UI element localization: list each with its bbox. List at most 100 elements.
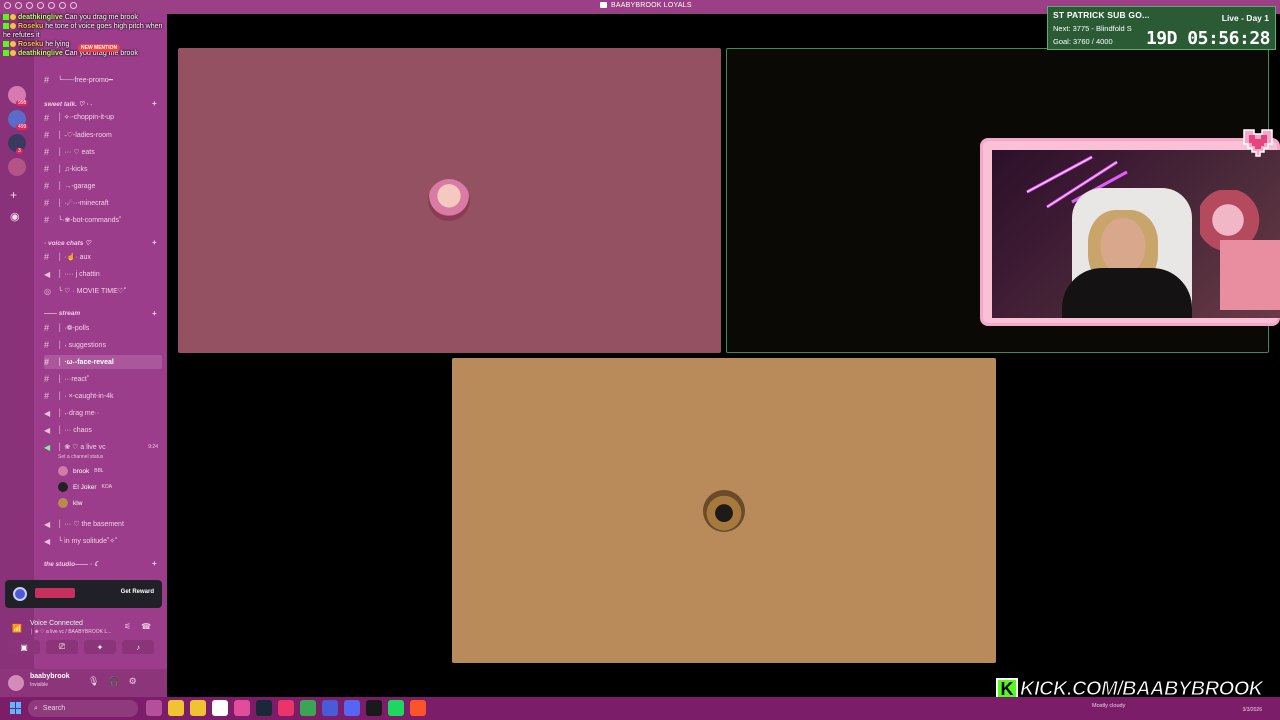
category-stream[interactable]: —— stream + bbox=[44, 309, 157, 318]
hash-icon: # bbox=[44, 181, 50, 191]
window-title: BAABYBROOK LOYALS bbox=[600, 2, 692, 9]
channel-live-vc[interactable]: ◀ │ ❀ ♡ a live vc 9:24 bbox=[44, 440, 162, 454]
channel-aux[interactable]: # │ ·☝· aux bbox=[44, 250, 162, 264]
activity-icon[interactable]: ✦ bbox=[84, 640, 116, 654]
channel-solitude[interactable]: ◀ ╰ in my solitude˚✧˚ bbox=[44, 534, 162, 548]
window-dot-icon[interactable] bbox=[59, 2, 66, 9]
channel-polls[interactable]: # │ ·❁-polls bbox=[44, 321, 162, 335]
tiktok-icon[interactable] bbox=[278, 700, 294, 716]
add-channel-icon[interactable]: + bbox=[152, 309, 157, 318]
window-dot-icon[interactable] bbox=[4, 2, 11, 9]
speaker-icon: ◀ bbox=[44, 442, 51, 452]
discord-icon[interactable] bbox=[344, 700, 360, 716]
voice-status[interactable]: Voice Connected bbox=[30, 620, 83, 627]
hash-icon: # bbox=[44, 113, 50, 123]
avatar[interactable] bbox=[8, 675, 24, 691]
category-studio[interactable]: the studio—— · ☾ + bbox=[44, 559, 157, 568]
camera-icon[interactable]: ▣ bbox=[8, 640, 40, 654]
speaker-icon: ◀ bbox=[44, 519, 51, 529]
file-explorer-icon[interactable] bbox=[168, 700, 184, 716]
channel-chattin[interactable]: ◀ │ ···· j chattin bbox=[44, 267, 162, 281]
vc-duration: 9:24 bbox=[148, 444, 158, 450]
app-icon[interactable] bbox=[234, 700, 250, 716]
unread-badge: 998 bbox=[16, 100, 29, 106]
settings-gear-icon[interactable]: ⚙ bbox=[129, 676, 137, 687]
steam-icon[interactable] bbox=[256, 700, 272, 716]
window-dot-icon[interactable] bbox=[26, 2, 33, 9]
noise-suppression-icon[interactable]: ⚟ bbox=[124, 622, 131, 631]
category-sweet-talk[interactable]: sweet talk. ♡ · ˖ + bbox=[44, 99, 157, 108]
category-voice-chats[interactable]: · voice chats ♡ + bbox=[44, 238, 157, 247]
disconnect-icon[interactable]: ☎ bbox=[141, 622, 151, 631]
mic-icon[interactable]: 🎙 bbox=[88, 676, 99, 687]
add-channel-icon[interactable]: + bbox=[152, 238, 157, 247]
new-mention-badge[interactable]: NEW MENTION bbox=[78, 44, 121, 52]
spotify-icon[interactable] bbox=[388, 700, 404, 716]
channel-free-promo[interactable]: # ╰──-free-promo━ bbox=[44, 73, 162, 87]
signal-icon[interactable]: 📶 bbox=[12, 624, 22, 633]
brave-icon[interactable] bbox=[410, 700, 426, 716]
get-reward-button[interactable]: Get Reward bbox=[121, 589, 154, 595]
taskbar-search[interactable]: ⌕ Search bbox=[28, 700, 138, 717]
window-dot-icon[interactable] bbox=[70, 2, 77, 9]
channel-kicks[interactable]: # │ ♫-kicks bbox=[44, 162, 162, 176]
chat-message: deathkinglive Can you drag me brook bbox=[3, 13, 223, 22]
channel-basement[interactable]: ◀ │ ··· ♡ the basement bbox=[44, 517, 162, 531]
explore-icon[interactable]: ◉ bbox=[10, 210, 20, 223]
channel-garage[interactable]: # │ →-garage bbox=[44, 179, 162, 193]
channel-caught-in-4k[interactable]: # │ · ×-caught-in-4k bbox=[44, 389, 162, 403]
window-dot-icon[interactable] bbox=[15, 2, 22, 9]
speaker-icon: ◀ bbox=[44, 408, 51, 418]
sub-badge-icon bbox=[10, 23, 16, 30]
channel-status-hint[interactable]: Set a channel status bbox=[58, 454, 103, 460]
task-view-icon[interactable] bbox=[146, 700, 162, 716]
headphones-icon[interactable]: 🎧 bbox=[108, 676, 119, 687]
channel-suggestions[interactable]: # │ ˖ suggestions bbox=[44, 338, 162, 352]
username[interactable]: baabybrook bbox=[30, 673, 70, 680]
add-channel-icon[interactable]: + bbox=[152, 99, 157, 108]
voice-location[interactable]: │ ❀ ♡ a live vc / BAABYBROOK L... bbox=[30, 629, 111, 635]
add-server-icon[interactable]: + bbox=[10, 188, 17, 202]
channel-choppin[interactable]: # │ ⟡·-choppin-it-up bbox=[44, 111, 162, 125]
xbox-icon[interactable] bbox=[300, 700, 316, 716]
participant-tile[interactable] bbox=[178, 48, 721, 353]
pink-box bbox=[1220, 240, 1280, 310]
speaker-icon: ◀ bbox=[44, 536, 51, 546]
channel-bot-commands[interactable]: # ╰·❀-bot-commands˚ bbox=[44, 213, 162, 227]
channel-ladies-room[interactable]: # │ ˗♡-ladies-room bbox=[44, 128, 162, 142]
channel-movie-time[interactable]: ◎ ╰ ♡ · MOVIE TIME♡˚ bbox=[44, 284, 162, 298]
app-icon[interactable] bbox=[366, 700, 382, 716]
sub-badge-icon bbox=[10, 14, 16, 21]
obs-icon[interactable] bbox=[212, 700, 228, 716]
channel-minecraft[interactable]: # │ ·☄··-minecraft bbox=[44, 196, 162, 210]
channel-drag-me[interactable]: ◀ │ ˖·drag me·· bbox=[44, 406, 162, 420]
hash-icon: # bbox=[44, 164, 50, 174]
kick-badge-icon bbox=[3, 41, 9, 48]
server-icon[interactable] bbox=[8, 158, 26, 176]
folder-icon[interactable] bbox=[190, 700, 206, 716]
hash-icon: # bbox=[44, 147, 50, 157]
vc-user-el-joker[interactable]: El Joker KOA bbox=[58, 482, 112, 492]
window-dot-icon[interactable] bbox=[48, 2, 55, 9]
vc-user-brook[interactable]: brook BBL bbox=[58, 466, 104, 476]
add-channel-icon[interactable]: + bbox=[152, 559, 157, 568]
participant-tile[interactable] bbox=[452, 358, 996, 663]
weather-widget[interactable]: Mostly cloudy bbox=[1092, 703, 1125, 709]
system-clock[interactable]: 3/3/2026 bbox=[1243, 707, 1262, 713]
subathon-timer: 19D 05:56:28 bbox=[1145, 28, 1271, 49]
promo-image bbox=[35, 588, 75, 598]
channel-react[interactable]: # │ ···react˚ bbox=[44, 372, 162, 386]
hash-icon: # bbox=[44, 75, 50, 85]
sub-goal-progress: Goal: 3760 / 4000 bbox=[1053, 37, 1113, 46]
screen-share-icon[interactable]: ⎚ bbox=[46, 640, 78, 654]
channel-face-reveal[interactable]: # │ ·ω˖-face-reveal bbox=[44, 355, 162, 369]
start-icon[interactable] bbox=[10, 702, 22, 714]
voice-actions: ⚟ ☎ bbox=[124, 622, 151, 631]
soundboard-icon[interactable]: ♪ bbox=[122, 640, 154, 654]
window-dot-icon[interactable] bbox=[37, 2, 44, 9]
channel-chaos[interactable]: ◀ │ ··· chaos bbox=[44, 423, 162, 437]
vc-user-klw[interactable]: klw bbox=[58, 498, 82, 508]
kick-badge-icon bbox=[3, 14, 9, 21]
channel-eats[interactable]: # │ ··· ♡ eats bbox=[44, 145, 162, 159]
app-icon[interactable] bbox=[322, 700, 338, 716]
